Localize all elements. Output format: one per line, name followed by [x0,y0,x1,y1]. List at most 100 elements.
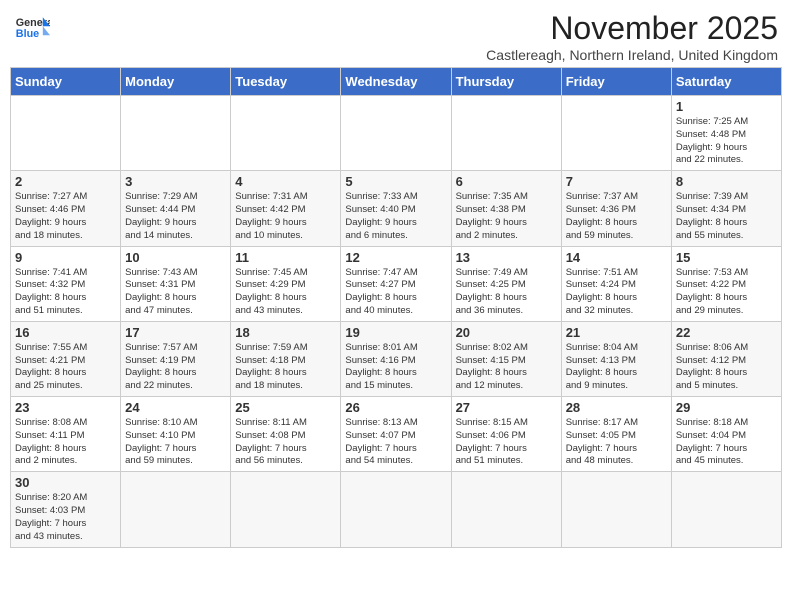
calendar-table: SundayMondayTuesdayWednesdayThursdayFrid… [10,67,782,548]
day-number: 7 [566,174,667,189]
calendar-cell: 30Sunrise: 8:20 AM Sunset: 4:03 PM Dayli… [11,472,121,547]
calendar-week-row: 1Sunrise: 7:25 AM Sunset: 4:48 PM Daylig… [11,96,782,171]
day-info: Sunrise: 7:47 AM Sunset: 4:27 PM Dayligh… [345,267,446,318]
day-info: Sunrise: 8:17 AM Sunset: 4:05 PM Dayligh… [566,417,667,468]
svg-text:Blue: Blue [16,28,39,40]
calendar-cell: 1Sunrise: 7:25 AM Sunset: 4:48 PM Daylig… [671,96,781,171]
day-info: Sunrise: 7:27 AM Sunset: 4:46 PM Dayligh… [15,191,116,242]
day-number: 29 [676,400,777,415]
day-number: 6 [456,174,557,189]
day-info: Sunrise: 7:39 AM Sunset: 4:34 PM Dayligh… [676,191,777,242]
calendar-cell: 21 Sunrise: 8:04 AM Sunset: 4:13 PM Dayli… [561,321,671,396]
calendar-cell: 23 Sunrise: 8:08 AM Sunset: 4:11 PM Dayli… [11,397,121,472]
day-info: Sunrise: 7:41 AM Sunset: 4:32 PM Dayligh… [15,267,116,318]
calendar-week-row: 30Sunrise: 8:20 AM Sunset: 4:03 PM Dayli… [11,472,782,547]
day-number: 24 [125,400,226,415]
calendar-cell: 14Sunrise: 7:51 AM Sunset: 4:24 PM Dayli… [561,246,671,321]
calendar-cell: 10 Sunrise: 7:43 AM Sunset: 4:31 PM Dayli… [121,246,231,321]
calendar-week-row: 16 Sunrise: 7:55 AM Sunset: 4:21 PM Dayli… [11,321,782,396]
day-info: Sunrise: 7:49 AM Sunset: 4:25 PM Dayligh… [456,267,557,318]
day-number: 27 [456,400,557,415]
calendar-cell [231,472,341,547]
day-info: Sunrise: 8:04 AM Sunset: 4:13 PM Dayligh… [566,342,667,393]
calendar-cell [231,96,341,171]
calendar-cell: 7 Sunrise: 7:37 AM Sunset: 4:36 PM Daylig… [561,171,671,246]
weekday-header-row: SundayMondayTuesdayWednesdayThursdayFrid… [11,68,782,96]
weekday-header-friday: Friday [561,68,671,96]
day-info: Sunrise: 8:11 AM Sunset: 4:08 PM Dayligh… [235,417,336,468]
calendar-cell: 8Sunrise: 7:39 AM Sunset: 4:34 PM Daylig… [671,171,781,246]
day-number: 11 [235,250,336,265]
day-number: 26 [345,400,446,415]
calendar-cell: 29 Sunrise: 8:18 AM Sunset: 4:04 PM Dayli… [671,397,781,472]
weekday-header-saturday: Saturday [671,68,781,96]
day-info: Sunrise: 8:20 AM Sunset: 4:03 PM Dayligh… [15,492,116,543]
day-number: 17 [125,325,226,340]
logo-icon: General Blue [14,10,50,46]
logo: General Blue [14,10,50,46]
day-number: 19 [345,325,446,340]
day-number: 18 [235,325,336,340]
day-number: 4 [235,174,336,189]
day-number: 1 [676,99,777,114]
day-info: Sunrise: 7:31 AM Sunset: 4:42 PM Dayligh… [235,191,336,242]
calendar-cell: 24 Sunrise: 8:10 AM Sunset: 4:10 PM Dayli… [121,397,231,472]
calendar-cell: 3Sunrise: 7:29 AM Sunset: 4:44 PM Daylig… [121,171,231,246]
calendar-week-row: 2Sunrise: 7:27 AM Sunset: 4:46 PM Daylig… [11,171,782,246]
calendar-cell: 15 Sunrise: 7:53 AM Sunset: 4:22 PM Dayli… [671,246,781,321]
weekday-header-wednesday: Wednesday [341,68,451,96]
day-number: 13 [456,250,557,265]
day-number: 23 [15,400,116,415]
day-number: 21 [566,325,667,340]
calendar-cell: 2Sunrise: 7:27 AM Sunset: 4:46 PM Daylig… [11,171,121,246]
calendar-cell [121,472,231,547]
weekday-header-tuesday: Tuesday [231,68,341,96]
calendar-cell: 25 Sunrise: 8:11 AM Sunset: 4:08 PM Dayli… [231,397,341,472]
day-number: 15 [676,250,777,265]
day-number: 9 [15,250,116,265]
day-info: Sunrise: 8:02 AM Sunset: 4:15 PM Dayligh… [456,342,557,393]
day-info: Sunrise: 8:10 AM Sunset: 4:10 PM Dayligh… [125,417,226,468]
day-number: 16 [15,325,116,340]
calendar-cell [561,472,671,547]
calendar-cell: 19Sunrise: 8:01 AM Sunset: 4:16 PM Dayli… [341,321,451,396]
day-info: Sunrise: 7:53 AM Sunset: 4:22 PM Dayligh… [676,267,777,318]
day-info: Sunrise: 8:13 AM Sunset: 4:07 PM Dayligh… [345,417,446,468]
day-number: 5 [345,174,446,189]
day-info: Sunrise: 8:06 AM Sunset: 4:12 PM Dayligh… [676,342,777,393]
day-info: Sunrise: 8:18 AM Sunset: 4:04 PM Dayligh… [676,417,777,468]
day-info: Sunrise: 7:43 AM Sunset: 4:31 PM Dayligh… [125,267,226,318]
calendar-cell: 28 Sunrise: 8:17 AM Sunset: 4:05 PM Dayli… [561,397,671,472]
calendar-cell [561,96,671,171]
calendar-cell: 22Sunrise: 8:06 AM Sunset: 4:12 PM Dayli… [671,321,781,396]
day-info: Sunrise: 7:29 AM Sunset: 4:44 PM Dayligh… [125,191,226,242]
weekday-header-thursday: Thursday [451,68,561,96]
calendar-cell: 5 Sunrise: 7:33 AM Sunset: 4:40 PM Daylig… [341,171,451,246]
day-info: Sunrise: 7:45 AM Sunset: 4:29 PM Dayligh… [235,267,336,318]
day-number: 12 [345,250,446,265]
day-info: Sunrise: 7:37 AM Sunset: 4:36 PM Dayligh… [566,191,667,242]
day-info: Sunrise: 8:08 AM Sunset: 4:11 PM Dayligh… [15,417,116,468]
day-number: 14 [566,250,667,265]
day-number: 25 [235,400,336,415]
weekday-header-sunday: Sunday [11,68,121,96]
day-number: 10 [125,250,226,265]
calendar-cell: 6 Sunrise: 7:35 AM Sunset: 4:38 PM Daylig… [451,171,561,246]
day-info: Sunrise: 7:35 AM Sunset: 4:38 PM Dayligh… [456,191,557,242]
calendar-cell [121,96,231,171]
calendar-week-row: 23 Sunrise: 8:08 AM Sunset: 4:11 PM Dayli… [11,397,782,472]
subtitle: Castlereagh, Northern Ireland, United Ki… [486,47,778,63]
day-info: Sunrise: 7:33 AM Sunset: 4:40 PM Dayligh… [345,191,446,242]
weekday-header-monday: Monday [121,68,231,96]
calendar-cell: 26 Sunrise: 8:13 AM Sunset: 4:07 PM Dayli… [341,397,451,472]
calendar-cell [671,472,781,547]
day-info: Sunrise: 7:55 AM Sunset: 4:21 PM Dayligh… [15,342,116,393]
title-area: November 2025 Castlereagh, Northern Irel… [486,10,778,63]
calendar-cell: 9 Sunrise: 7:41 AM Sunset: 4:32 PM Daylig… [11,246,121,321]
calendar-cell [11,96,121,171]
calendar-cell: 4 Sunrise: 7:31 AM Sunset: 4:42 PM Daylig… [231,171,341,246]
page-header: General Blue November 2025 Castlereagh, … [10,10,782,63]
month-title: November 2025 [486,10,778,47]
calendar-cell: 17Sunrise: 7:57 AM Sunset: 4:19 PM Dayli… [121,321,231,396]
day-number: 28 [566,400,667,415]
